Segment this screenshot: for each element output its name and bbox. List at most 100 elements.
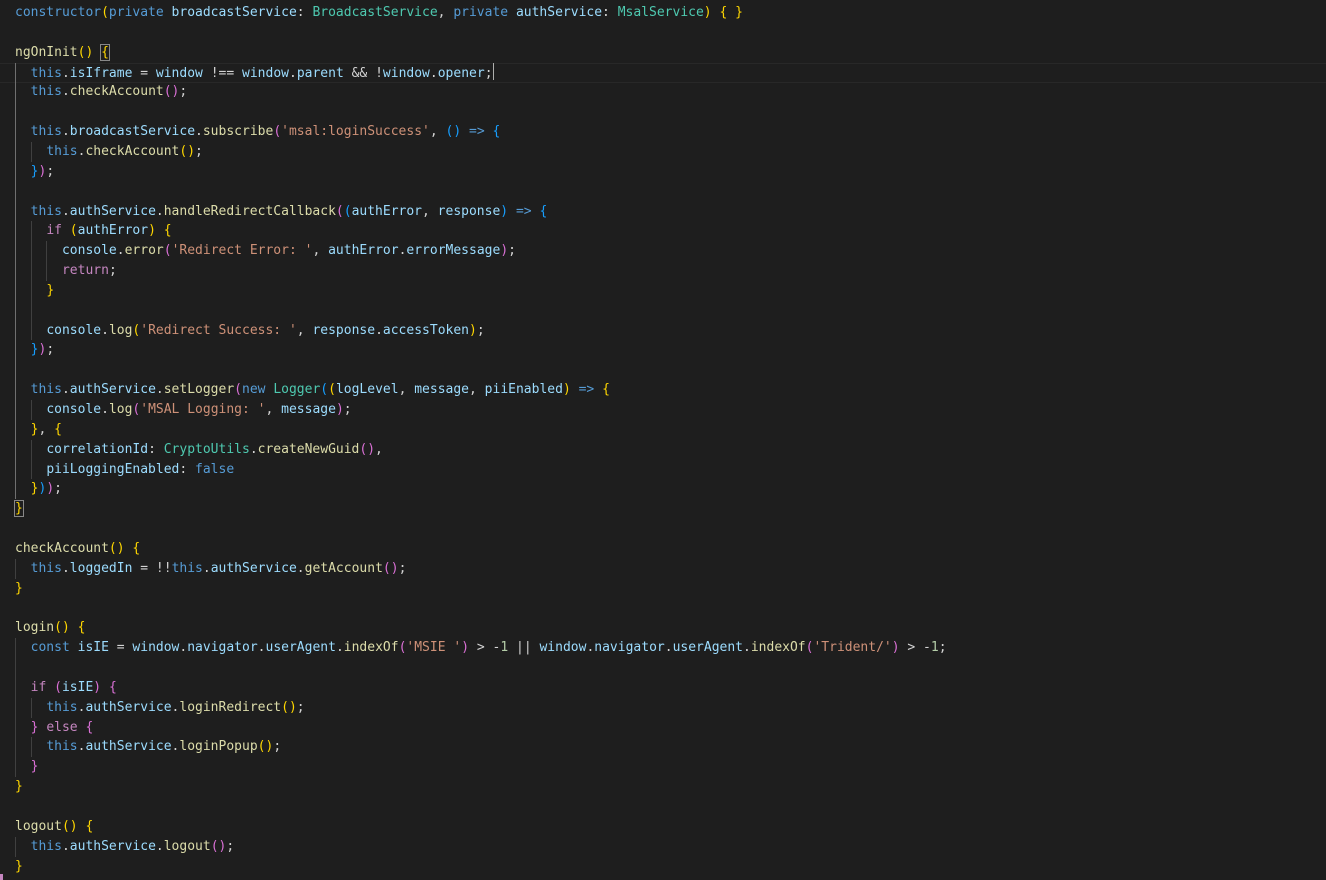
code-token: createNewGuid xyxy=(257,441,360,457)
code-line[interactable]: } xyxy=(15,757,1315,777)
code-token: ; xyxy=(296,699,305,715)
code-line[interactable]: } else { xyxy=(15,718,1315,738)
code-token: . xyxy=(296,560,305,576)
code-token: : xyxy=(296,5,313,20)
code-token: || xyxy=(508,640,540,656)
code-token: . xyxy=(61,382,70,398)
code-token: MsalService xyxy=(617,5,704,20)
code-token: ) xyxy=(500,203,509,219)
code-line[interactable] xyxy=(15,658,1315,678)
code-token: () xyxy=(257,739,274,755)
code-token: , xyxy=(469,382,485,398)
code-line[interactable]: return; xyxy=(15,261,1315,281)
code-token: ) xyxy=(469,322,477,338)
code-token: authError xyxy=(77,223,149,239)
code-line[interactable]: if (authError) { xyxy=(15,221,1315,241)
code-token: => xyxy=(461,124,493,140)
code-token: authService xyxy=(69,382,156,398)
code-line[interactable]: }, { xyxy=(15,420,1315,440)
code-line[interactable] xyxy=(15,519,1315,539)
code-token: this xyxy=(30,65,62,81)
code-token: ; xyxy=(195,143,203,159)
code-token: 'MSIE ' xyxy=(406,640,462,656)
code-line[interactable]: this.authService.loginPopup(); xyxy=(15,737,1315,757)
code-line[interactable]: login() { xyxy=(15,618,1315,638)
code-line[interactable]: } xyxy=(14,499,1315,519)
code-token: ; xyxy=(46,163,55,179)
code-token: , xyxy=(38,421,55,437)
code-token: false xyxy=(195,461,235,477)
code-line[interactable]: constructor(private broadcastService: Br… xyxy=(15,3,1315,23)
code-token: } xyxy=(15,580,23,596)
code-token: . xyxy=(116,243,125,259)
code-token: window xyxy=(242,65,289,81)
code-line[interactable]: })); xyxy=(15,479,1315,499)
code-token: ; xyxy=(484,65,493,81)
code-token: ( xyxy=(101,5,109,20)
code-line[interactable]: this.authService.setLogger(new Logger((l… xyxy=(15,380,1315,400)
code-line[interactable]: this.loggedIn = !!this.authService.getAc… xyxy=(15,559,1315,579)
code-line[interactable] xyxy=(15,797,1315,817)
code-line[interactable] xyxy=(15,301,1315,321)
code-line[interactable]: } xyxy=(15,857,1315,877)
code-token: . xyxy=(202,560,211,576)
code-line[interactable]: console.log('MSAL Logging: ', message); xyxy=(15,400,1315,420)
code-token: . xyxy=(61,203,70,219)
code-token: { xyxy=(77,620,86,636)
code-token: => xyxy=(570,382,603,398)
code-token: ; xyxy=(343,402,352,417)
code-token: userAgent xyxy=(672,640,744,656)
code-line[interactable]: this.broadcastService.subscribe('msal:lo… xyxy=(15,122,1315,142)
code-line[interactable]: const isIE = window.navigator.userAgent.… xyxy=(15,638,1315,658)
code-token: . xyxy=(101,402,109,417)
code-line[interactable]: this.authService.logout(); xyxy=(15,837,1315,857)
code-token: ; xyxy=(398,560,407,576)
code-line[interactable]: piiLoggingEnabled: false xyxy=(15,460,1315,480)
code-line[interactable]: this.checkAccount(); xyxy=(15,142,1315,162)
code-line[interactable]: this.isIframe = window !== window.parent… xyxy=(15,62,1315,83)
code-token: ( xyxy=(343,203,352,219)
code-token: correlationId xyxy=(46,441,149,457)
code-line[interactable]: }); xyxy=(15,162,1315,182)
code-token: window xyxy=(539,640,587,656)
code-line[interactable]: logout() { xyxy=(15,817,1315,837)
code-token: } xyxy=(30,759,39,775)
code-token: authService xyxy=(515,5,603,20)
code-token: navigator xyxy=(187,640,258,656)
code-token: indexOf xyxy=(343,640,399,656)
code-token: { xyxy=(163,223,172,239)
code-line[interactable]: if (isIE) { xyxy=(15,678,1315,698)
code-line[interactable] xyxy=(15,599,1315,619)
code-line[interactable]: this.checkAccount(); xyxy=(15,82,1315,102)
code-token: () xyxy=(281,699,297,715)
code-line[interactable]: }); xyxy=(15,340,1315,360)
code-token: loginPopup xyxy=(179,739,258,755)
code-token: this xyxy=(171,560,203,576)
code-editor[interactable]: constructor(private broadcastService: Br… xyxy=(0,0,1326,880)
code-line[interactable]: this.authService.handleRedirectCallback(… xyxy=(15,202,1315,222)
code-line[interactable]: ngOnInit() { xyxy=(15,43,1315,63)
code-line[interactable]: correlationId: CryptoUtils.createNewGuid… xyxy=(15,440,1315,460)
code-line[interactable]: this.authService.loginRedirect(); xyxy=(15,698,1315,718)
code-token: window xyxy=(132,640,180,656)
code-line[interactable]: checkAccount() { xyxy=(15,539,1315,559)
code-token: response xyxy=(312,322,376,338)
code-token: opener xyxy=(437,65,485,81)
code-line[interactable]: } xyxy=(15,579,1315,599)
code-line[interactable] xyxy=(15,23,1315,43)
code-line[interactable] xyxy=(15,360,1315,380)
code-line[interactable] xyxy=(15,182,1315,202)
code-token: () xyxy=(445,124,462,140)
code-line[interactable]: console.error('Redirect Error: ', authEr… xyxy=(15,241,1315,261)
code-line[interactable] xyxy=(15,102,1315,122)
code-line[interactable]: } xyxy=(15,281,1315,301)
code-token: , xyxy=(296,322,313,338)
code-token: . xyxy=(61,838,70,854)
code-token: window xyxy=(382,65,430,81)
code-line[interactable]: console.log('Redirect Success: ', respon… xyxy=(15,321,1315,341)
code-token: broadcastService xyxy=(171,5,297,20)
code-line[interactable]: } xyxy=(15,777,1315,797)
